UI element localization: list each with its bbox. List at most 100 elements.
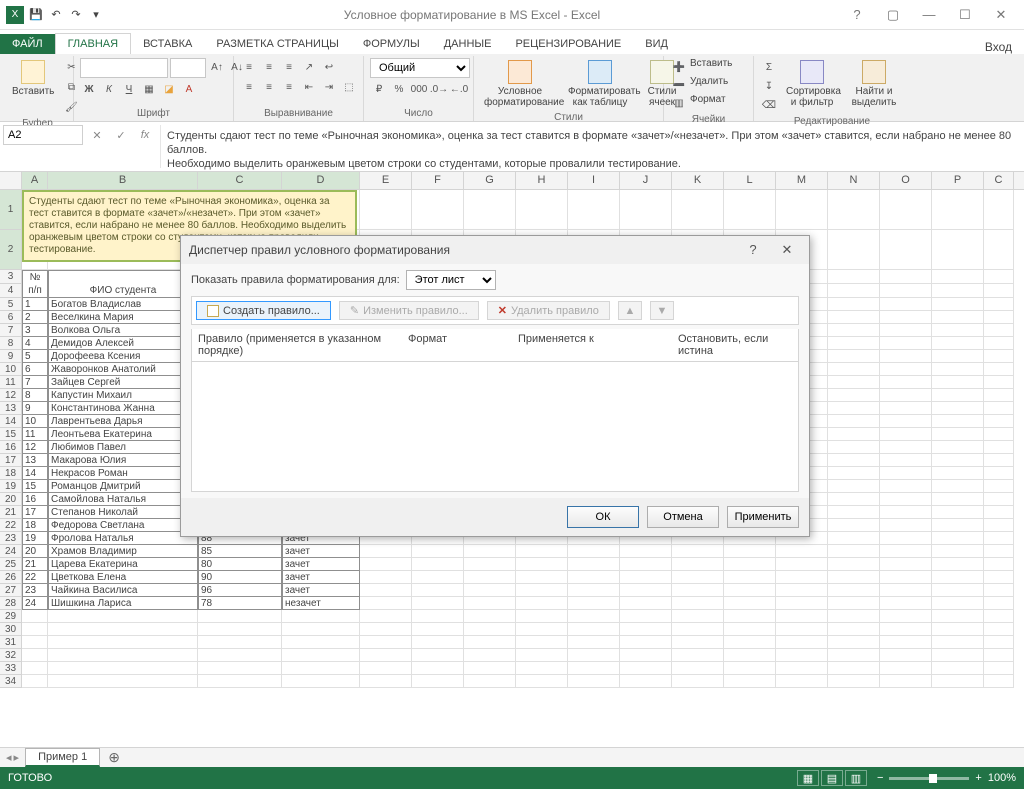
- cell[interactable]: [724, 597, 776, 610]
- cell[interactable]: [282, 675, 360, 688]
- cell[interactable]: [724, 545, 776, 558]
- cell[interactable]: [360, 597, 412, 610]
- dialog-help-icon[interactable]: ?: [739, 242, 767, 258]
- cell[interactable]: [984, 636, 1014, 649]
- cell[interactable]: [516, 584, 568, 597]
- cell[interactable]: [198, 636, 282, 649]
- grid-row[interactable]: 30: [0, 623, 1024, 636]
- enter-formula-icon[interactable]: ✓: [110, 125, 132, 145]
- row-header[interactable]: 3: [0, 270, 22, 284]
- cell[interactable]: Федорова Светлана: [48, 519, 198, 532]
- cell[interactable]: Волкова Ольга: [48, 324, 198, 337]
- cell[interactable]: 9: [22, 402, 48, 415]
- cell[interactable]: 11: [22, 428, 48, 441]
- row-header[interactable]: 7: [0, 324, 22, 337]
- cell[interactable]: [880, 493, 932, 506]
- cell[interactable]: [568, 571, 620, 584]
- row-header[interactable]: 25: [0, 558, 22, 571]
- row-header[interactable]: 21: [0, 506, 22, 519]
- zoom-slider[interactable]: [889, 777, 969, 780]
- cell[interactable]: [516, 545, 568, 558]
- cell[interactable]: 23: [22, 584, 48, 597]
- cell[interactable]: [282, 662, 360, 675]
- ok-button[interactable]: ОК: [567, 506, 639, 528]
- column-header[interactable]: B: [48, 172, 198, 189]
- column-header[interactable]: G: [464, 172, 516, 189]
- row-header[interactable]: 14: [0, 415, 22, 428]
- cell[interactable]: [880, 363, 932, 376]
- cell[interactable]: [568, 584, 620, 597]
- cell[interactable]: [828, 493, 880, 506]
- cell[interactable]: [464, 649, 516, 662]
- cell[interactable]: [880, 230, 932, 270]
- cell[interactable]: [932, 284, 984, 298]
- cell[interactable]: [464, 675, 516, 688]
- cell[interactable]: [828, 270, 880, 284]
- cell[interactable]: Храмов Владимир: [48, 545, 198, 558]
- cell[interactable]: [932, 480, 984, 493]
- cell[interactable]: [932, 350, 984, 363]
- decrease-decimal-icon[interactable]: ←.0: [450, 80, 468, 98]
- row-header[interactable]: 13: [0, 402, 22, 415]
- align-bottom-icon[interactable]: ≡: [280, 58, 298, 76]
- cell[interactable]: [568, 610, 620, 623]
- cell[interactable]: [672, 649, 724, 662]
- cell[interactable]: [984, 298, 1014, 311]
- row-header[interactable]: 24: [0, 545, 22, 558]
- cell[interactable]: [464, 558, 516, 571]
- save-icon[interactable]: 💾: [28, 7, 44, 23]
- cell[interactable]: зачет: [282, 558, 360, 571]
- cell[interactable]: [360, 636, 412, 649]
- column-header[interactable]: C: [984, 172, 1014, 189]
- cell[interactable]: [672, 636, 724, 649]
- row-header[interactable]: 30: [0, 623, 22, 636]
- row-header[interactable]: 4: [0, 284, 22, 298]
- cell[interactable]: п/п: [22, 284, 48, 298]
- cell[interactable]: [984, 519, 1014, 532]
- orientation-icon[interactable]: ↗: [300, 58, 318, 76]
- cell[interactable]: [724, 558, 776, 571]
- cell[interactable]: [828, 363, 880, 376]
- cell[interactable]: [568, 545, 620, 558]
- grid-row[interactable]: 2824Шишкина Лариса78незачет: [0, 597, 1024, 610]
- cell[interactable]: [880, 675, 932, 688]
- cell[interactable]: [932, 337, 984, 350]
- cell[interactable]: 19: [22, 532, 48, 545]
- cell[interactable]: [880, 623, 932, 636]
- conditional-formatting-button[interactable]: Условное форматирование: [480, 58, 560, 110]
- minimize-icon[interactable]: —: [916, 7, 942, 23]
- cell[interactable]: [880, 311, 932, 324]
- cell[interactable]: [412, 623, 464, 636]
- grid-row[interactable]: 32: [0, 649, 1024, 662]
- cell[interactable]: [282, 610, 360, 623]
- cell[interactable]: Веселкина Мария: [48, 311, 198, 324]
- cell[interactable]: [880, 454, 932, 467]
- cell[interactable]: [568, 649, 620, 662]
- cell[interactable]: [724, 571, 776, 584]
- cell[interactable]: [932, 597, 984, 610]
- cell[interactable]: [828, 441, 880, 454]
- cell[interactable]: [464, 571, 516, 584]
- paste-button[interactable]: Вставить: [8, 58, 58, 99]
- cell[interactable]: [880, 558, 932, 571]
- cell[interactable]: [828, 311, 880, 324]
- cell[interactable]: [828, 402, 880, 415]
- tab-review[interactable]: РЕЦЕНЗИРОВАНИЕ: [503, 34, 633, 54]
- cell[interactable]: 5: [22, 350, 48, 363]
- row-header[interactable]: 19: [0, 480, 22, 493]
- cell[interactable]: [984, 597, 1014, 610]
- cell[interactable]: Некрасов Роман: [48, 467, 198, 480]
- apply-button[interactable]: Применить: [727, 506, 799, 528]
- cell[interactable]: [984, 324, 1014, 337]
- cell[interactable]: [828, 597, 880, 610]
- indent-inc-icon[interactable]: ⇥: [320, 78, 338, 96]
- cell[interactable]: 80: [198, 558, 282, 571]
- cell[interactable]: [724, 610, 776, 623]
- cell[interactable]: [360, 571, 412, 584]
- help-icon[interactable]: ?: [844, 7, 870, 23]
- cell[interactable]: [932, 311, 984, 324]
- cell[interactable]: [568, 623, 620, 636]
- redo-icon[interactable]: ↷: [68, 7, 84, 23]
- cell[interactable]: 3: [22, 324, 48, 337]
- cell[interactable]: [984, 623, 1014, 636]
